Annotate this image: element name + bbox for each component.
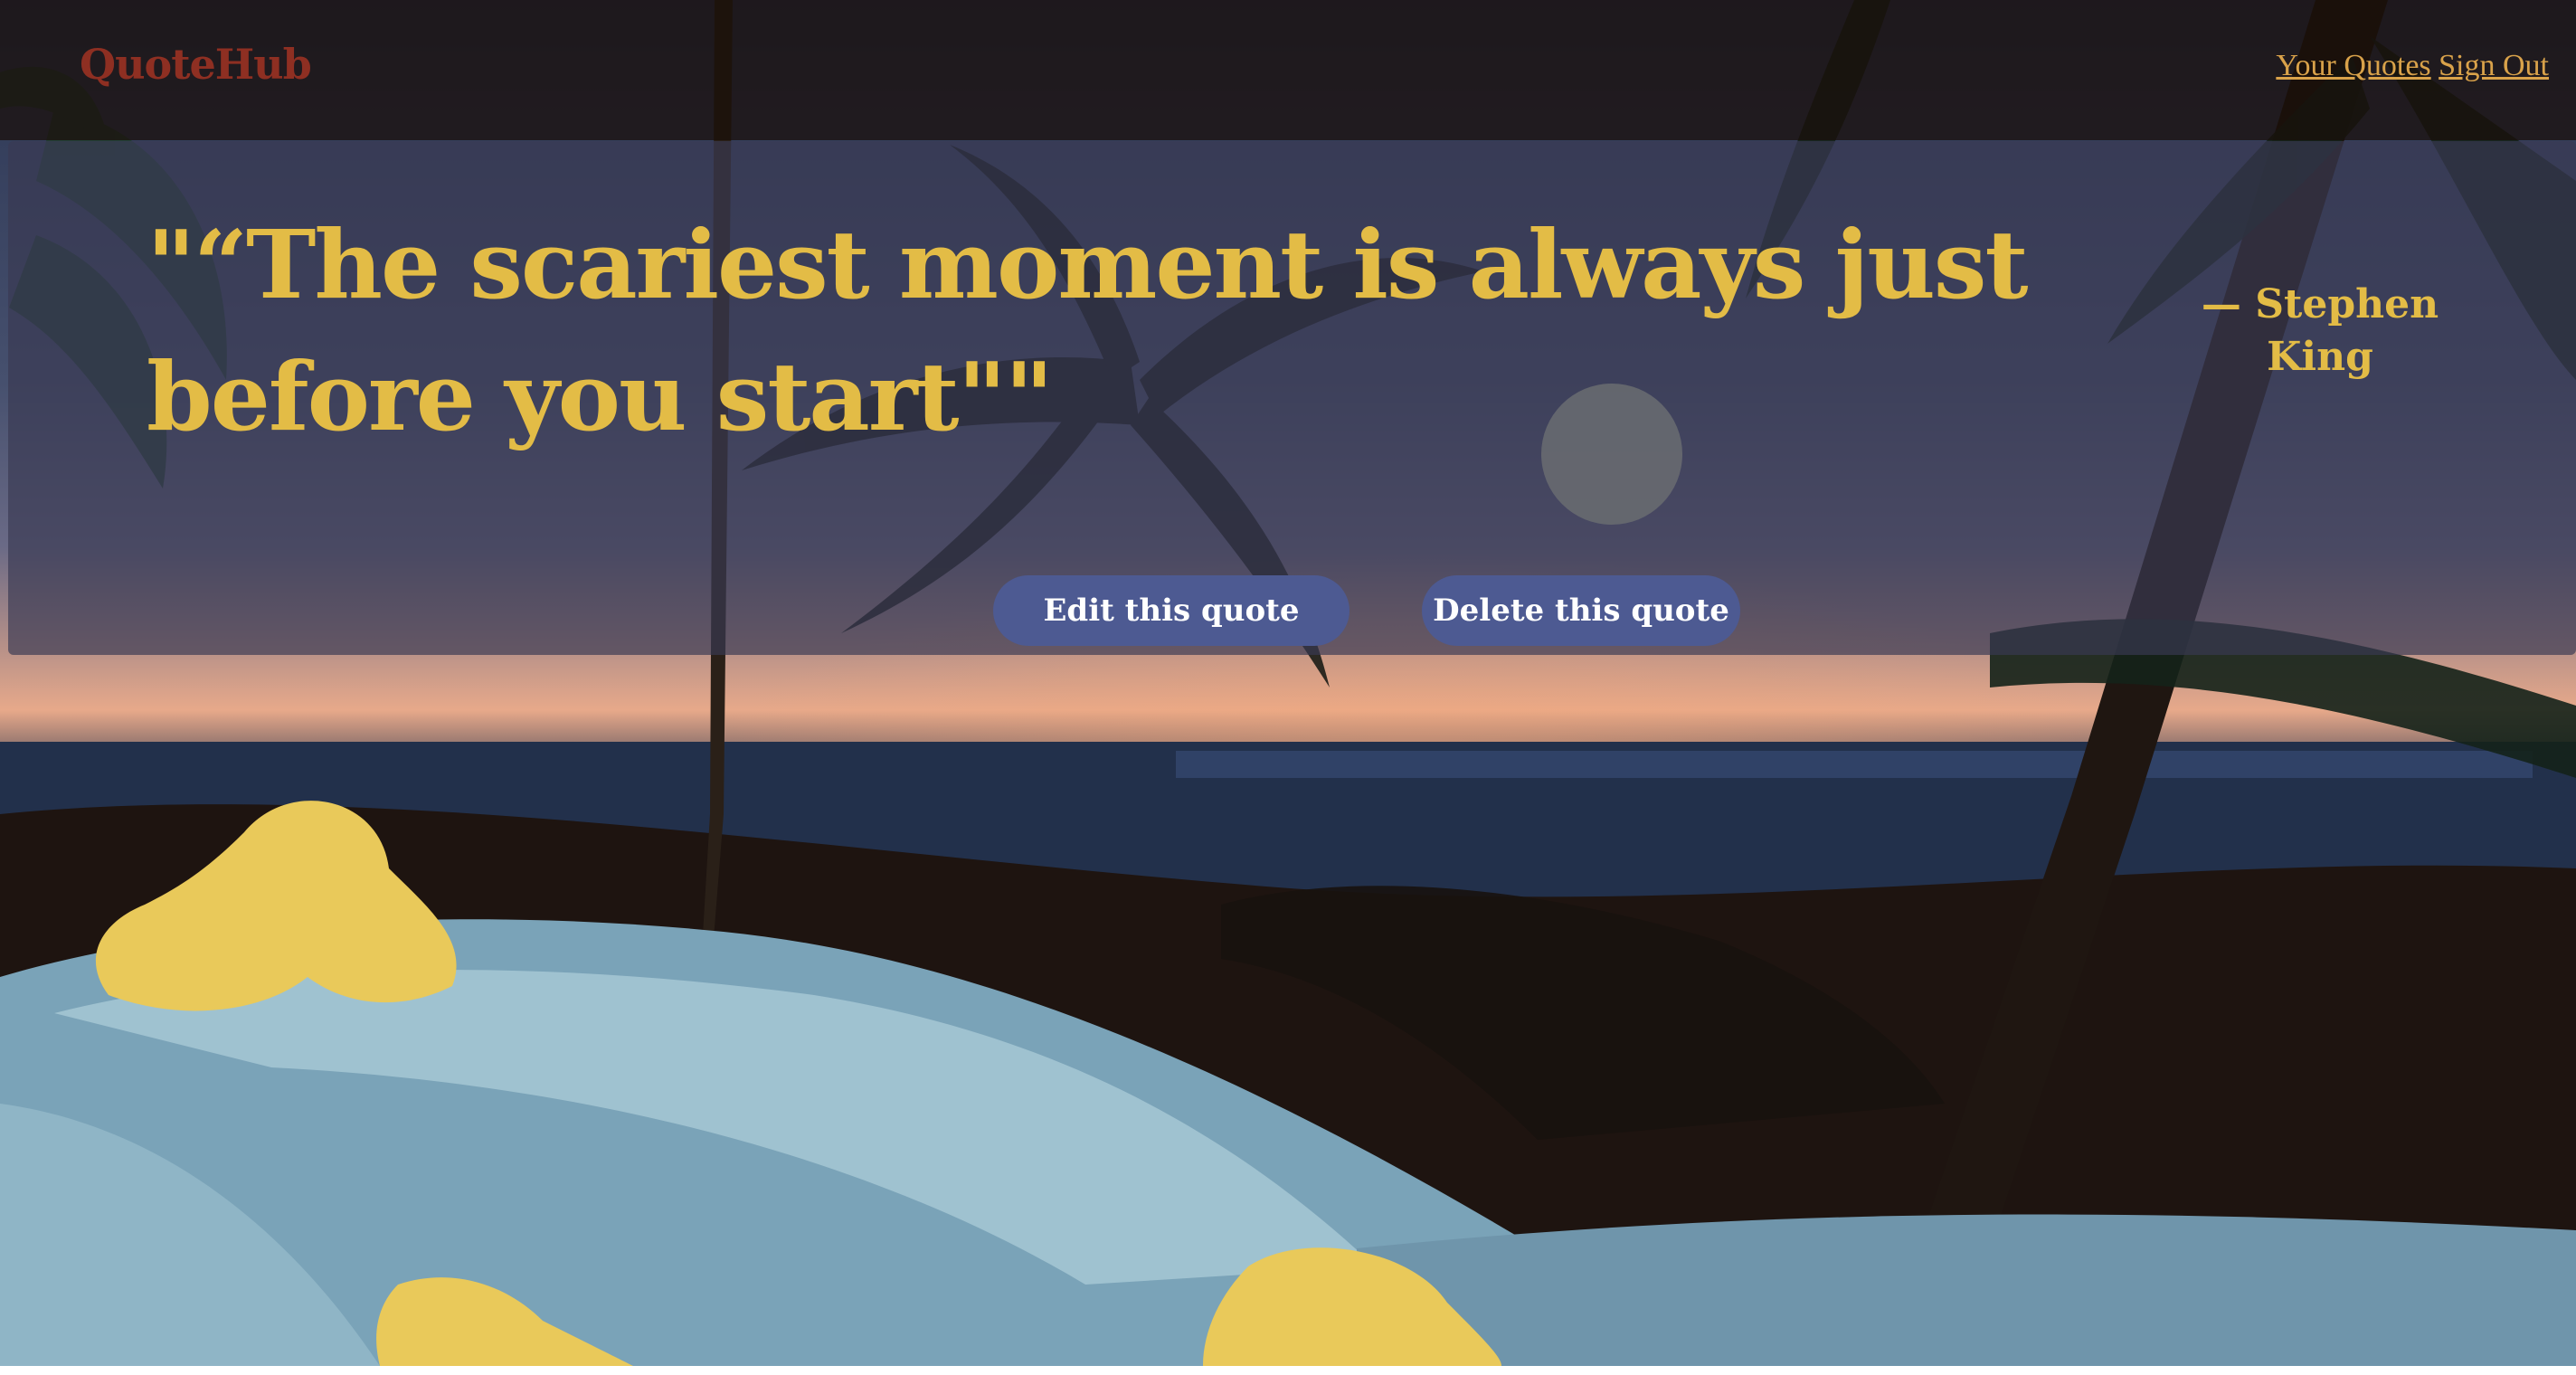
page-viewport: QuoteHub Your Quotes Sign Out "“The scar… — [0, 0, 2576, 1366]
edit-quote-button[interactable]: Edit this quote — [993, 575, 1350, 646]
top-navigation-bar: QuoteHub Your Quotes Sign Out — [0, 0, 2576, 140]
brand-logo[interactable]: QuoteHub — [80, 40, 312, 89]
your-quotes-link[interactable]: Your Quotes — [2276, 49, 2430, 82]
quote-text: "“The scariest moment is always just bef… — [147, 209, 2028, 452]
sign-out-link[interactable]: Sign Out — [2439, 49, 2549, 82]
quote-author: — Stephen King — [2201, 281, 2439, 380]
nav-links: Your Quotes Sign Out — [2276, 49, 2549, 83]
delete-quote-button[interactable]: Delete this quote — [1422, 575, 1740, 646]
